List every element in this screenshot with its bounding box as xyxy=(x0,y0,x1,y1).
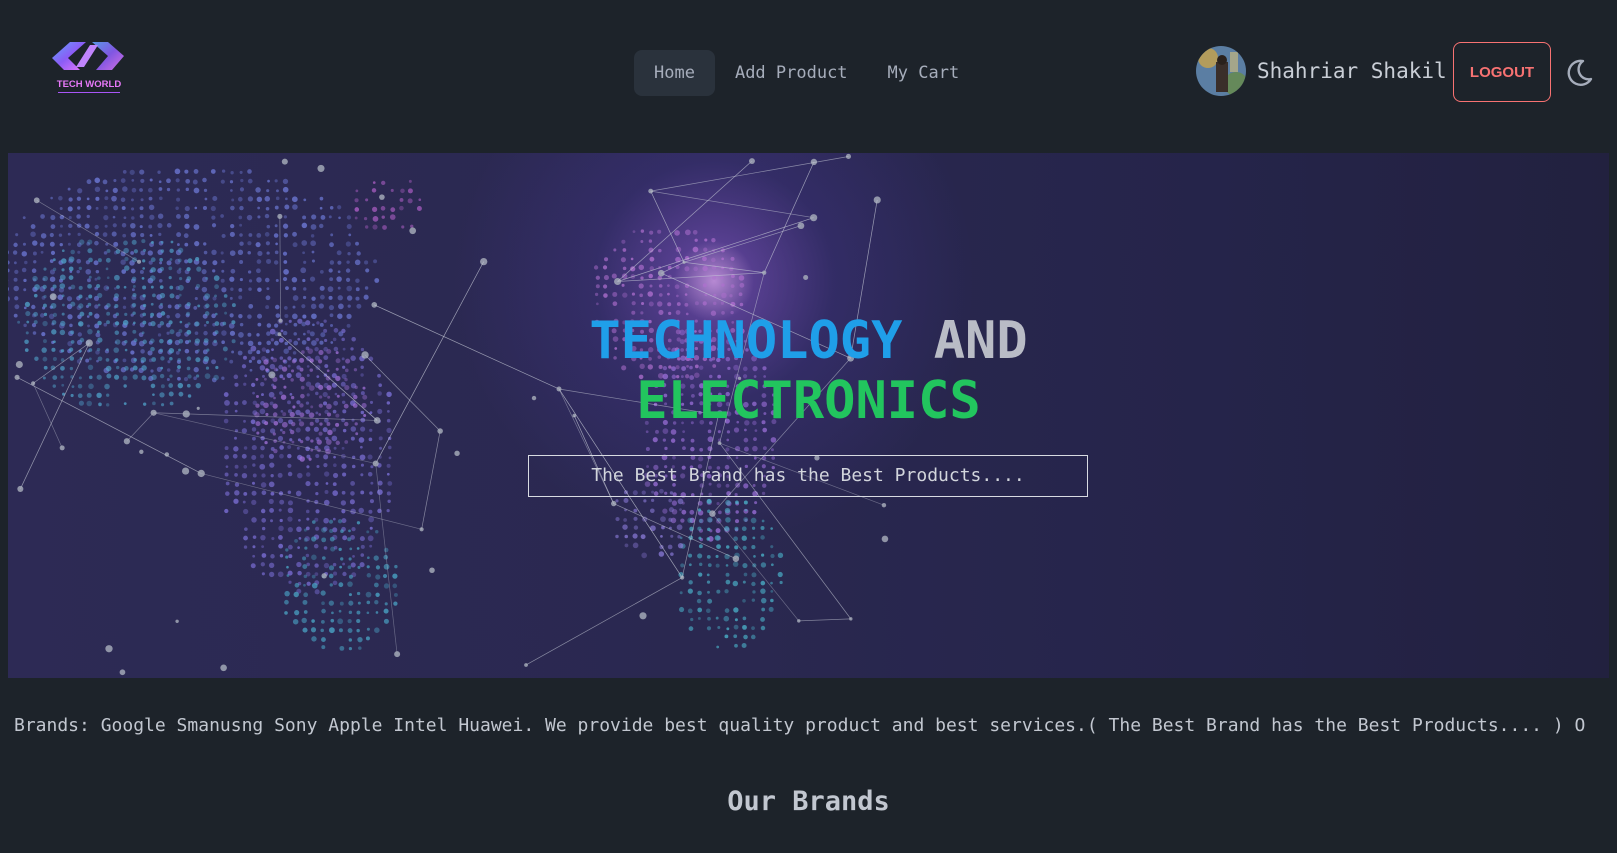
our-brands-heading: Our Brands xyxy=(727,786,890,817)
nav-my-cart[interactable]: My Cart xyxy=(868,50,980,96)
hero-tagline: The Best Brand has the Best Products.... xyxy=(528,455,1088,497)
hero-title-and: AND xyxy=(933,311,1028,371)
brands-marquee: Brands: Google Smanusng Sony Apple Intel… xyxy=(14,715,1586,736)
nav-home[interactable]: Home xyxy=(634,50,715,96)
logo-underline xyxy=(58,92,120,93)
theme-toggle[interactable] xyxy=(1563,57,1595,89)
user-name: Shahriar Shakil xyxy=(1257,59,1447,83)
nav-add-product[interactable]: Add Product xyxy=(715,50,868,96)
logo[interactable]: TECH WORLD xyxy=(50,40,128,96)
navbar: TECH WORLD Home Add Product My Cart Shah… xyxy=(0,0,1617,146)
nav-links: Home Add Product My Cart xyxy=(634,50,979,96)
hero-title: TECHNOLOGY AND ELECTRONICS xyxy=(8,311,1609,431)
moon-icon xyxy=(1567,59,1593,86)
hero-banner: TECHNOLOGY AND ELECTRONICS The Best Bran… xyxy=(8,153,1609,678)
hero-title-electronics: ELECTRONICS xyxy=(636,371,981,431)
user-info: Shahriar Shakil xyxy=(1196,46,1447,96)
logo-text: TECH WORLD xyxy=(56,79,122,90)
hero-title-technology: TECHNOLOGY xyxy=(589,311,903,371)
logo-icon xyxy=(52,42,124,70)
logout-button[interactable]: LOGOUT xyxy=(1453,42,1551,102)
avatar[interactable] xyxy=(1196,46,1246,96)
